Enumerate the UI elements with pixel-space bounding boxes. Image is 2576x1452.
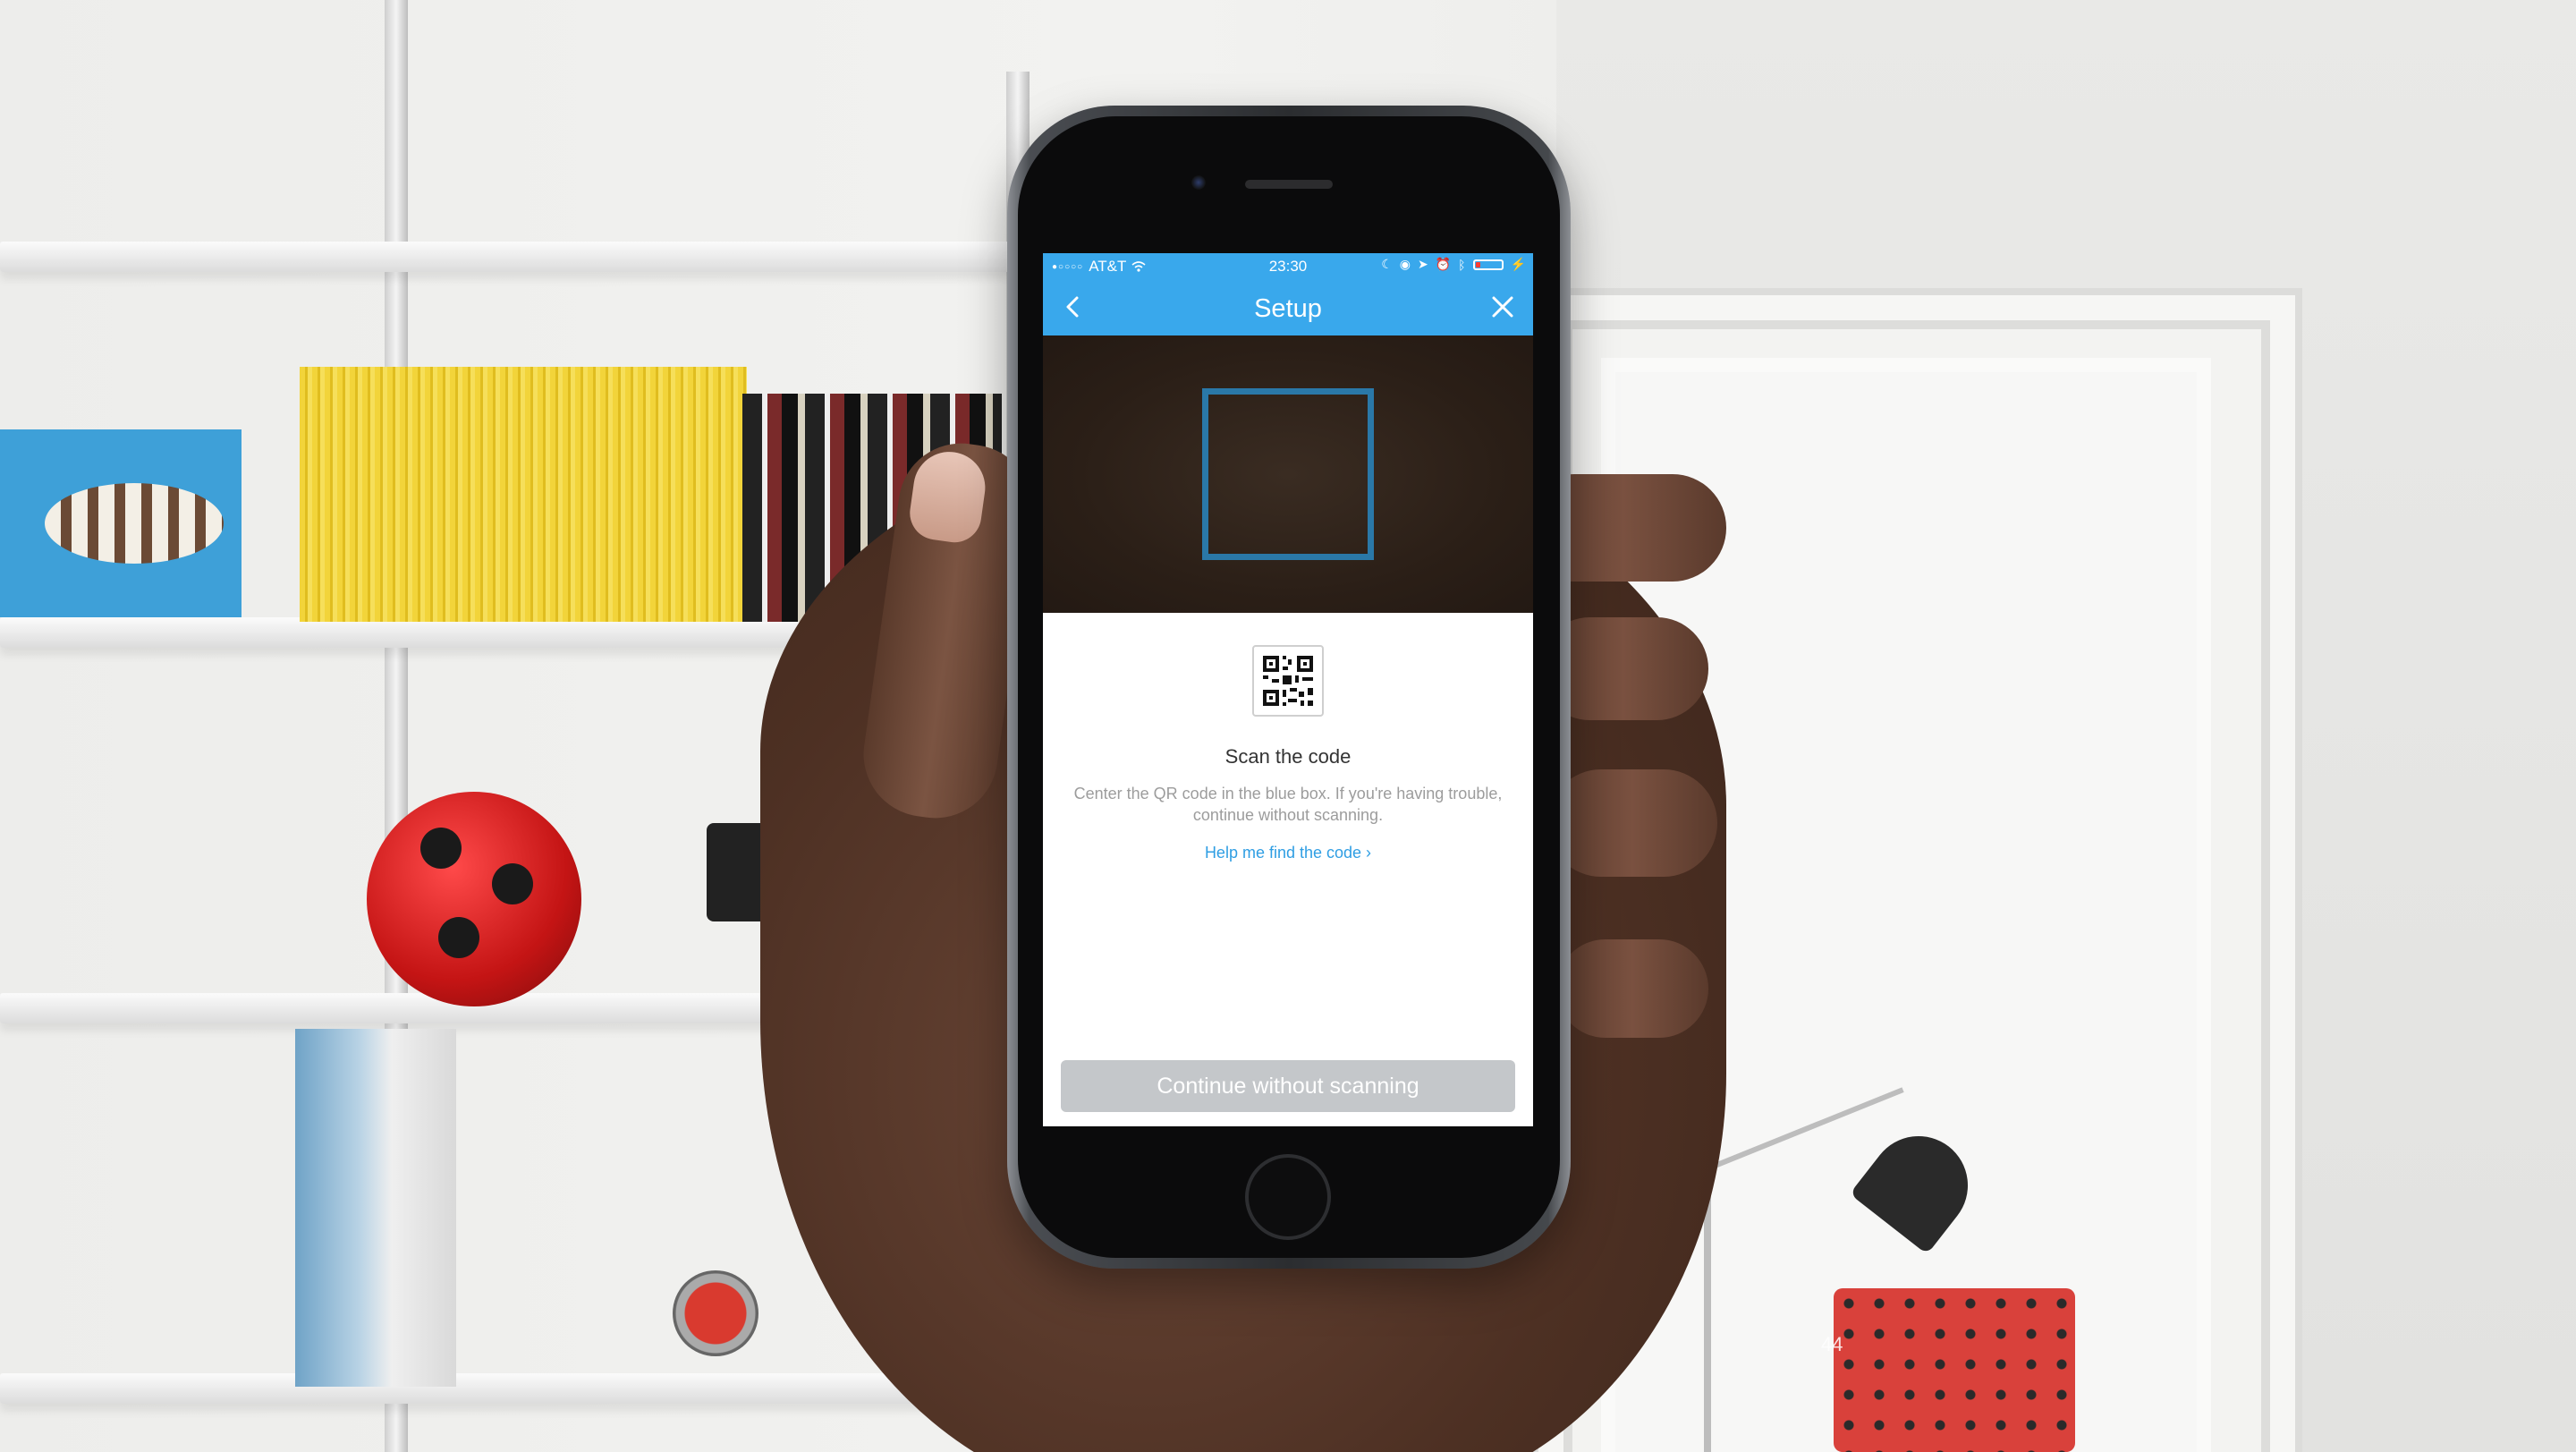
red-ball	[367, 792, 581, 1006]
earpiece-speaker	[1245, 180, 1333, 189]
finger	[1547, 769, 1717, 877]
red-cushion	[1834, 1288, 2075, 1452]
alarm-icon: ⏰	[1435, 257, 1452, 271]
ball-patch	[438, 917, 479, 958]
battery-level	[1475, 261, 1480, 267]
thermostat	[673, 1270, 758, 1356]
front-camera	[1191, 175, 1206, 190]
status-right: ☾ ◉ ➤ ⏰ ᛒ ⚡	[1381, 257, 1526, 272]
home-button[interactable]	[1245, 1154, 1331, 1240]
close-icon[interactable]	[1490, 294, 1515, 319]
moon-icon: ☾	[1381, 257, 1393, 271]
ball-patch	[492, 863, 533, 904]
scan-target-box	[1202, 388, 1374, 560]
status-bar: ●○○○○ AT&T 23:30 ☾ ◉ ➤ ⏰ ᛒ ⚡	[1043, 253, 1533, 278]
qr-code-graphic	[1263, 656, 1313, 706]
shelf	[0, 1373, 1011, 1404]
charging-icon: ⚡	[1510, 257, 1526, 271]
qr-code-icon	[1252, 645, 1324, 717]
continue-without-scanning-button[interactable]: Continue without scanning	[1061, 1060, 1515, 1112]
phone-screen: ●○○○○ AT&T 23:30 ☾ ◉ ➤ ⏰ ᛒ ⚡ Setup Scan …	[1043, 253, 1533, 1126]
bluetooth-icon: ᛒ	[1458, 257, 1466, 272]
scan-description: Center the QR code in the blue box. If y…	[1073, 785, 1503, 824]
shelf	[0, 242, 1011, 272]
camera-viewfinder	[1043, 335, 1533, 613]
scan-title: Scan the code	[1224, 745, 1352, 768]
finger	[1556, 939, 1708, 1038]
yellow-magazines	[300, 367, 747, 622]
page-title: Setup	[1254, 294, 1322, 323]
slide-page-number: 44	[1821, 1333, 1843, 1355]
art-books	[295, 1029, 456, 1387]
instructions-panel: Scan the code Center the QR code in the …	[1043, 613, 1533, 1126]
battery-icon	[1472, 259, 1504, 270]
ball-patch	[420, 828, 462, 869]
nav-bar: Setup	[1043, 278, 1533, 335]
location-icon: ➤	[1417, 257, 1428, 271]
fish-figure	[45, 483, 224, 564]
help-find-code-link[interactable]: Help me find the code ›	[1043, 844, 1533, 862]
rotation-lock-icon: ◉	[1399, 257, 1411, 271]
